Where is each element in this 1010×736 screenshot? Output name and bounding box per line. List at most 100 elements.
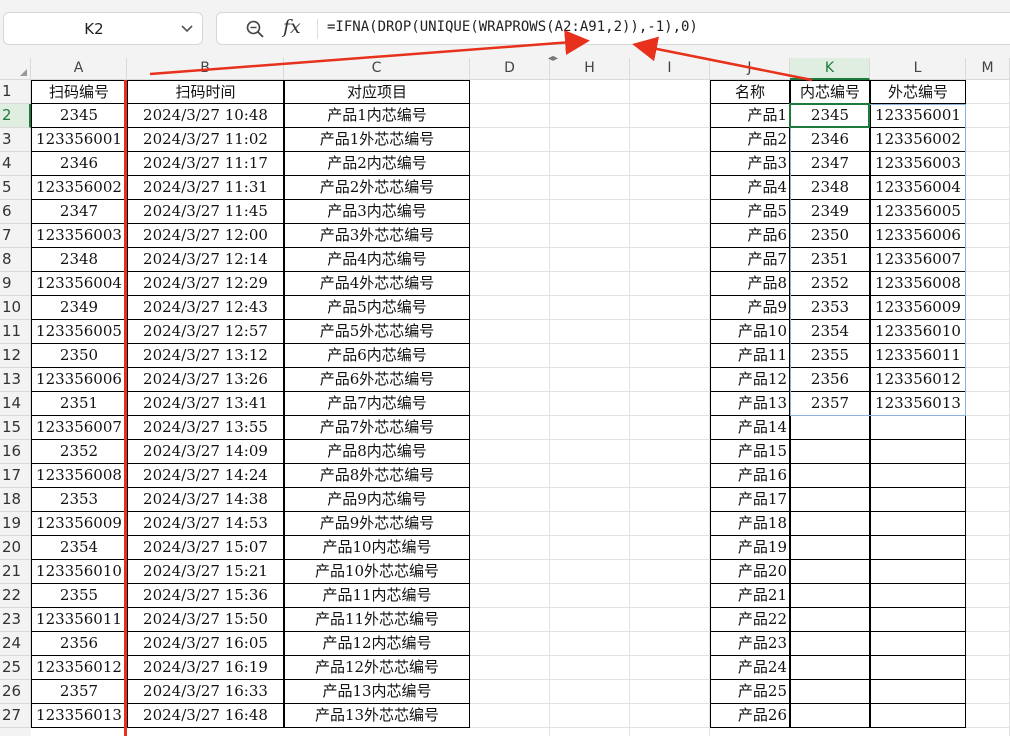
left-table-cell[interactable]: 产品2外芯芯编号 [284, 176, 470, 200]
cell-h-empty[interactable] [550, 560, 630, 584]
cell-d-empty[interactable] [470, 584, 550, 608]
row-header-23[interactable]: 23 [0, 608, 31, 632]
cell-h-empty[interactable] [550, 104, 630, 128]
cell-d-empty[interactable] [470, 320, 550, 344]
right-table-header[interactable]: 外芯编号 [870, 80, 966, 104]
cell-m-empty[interactable] [966, 416, 1010, 440]
right-table-name-cell[interactable]: 产品5 [710, 200, 790, 224]
right-table-name-cell[interactable]: 产品6 [710, 224, 790, 248]
right-table-cell[interactable]: 123356011 [870, 344, 966, 368]
left-table-cell[interactable]: 2024/3/27 11:45 [127, 200, 284, 224]
left-table-cell[interactable]: 123356012 [31, 656, 127, 680]
row-header-27[interactable]: 27 [0, 704, 31, 728]
column-splitter-icon[interactable]: ◂▸ [544, 54, 562, 64]
left-table-cell[interactable]: 产品6外芯芯编号 [284, 368, 470, 392]
right-table-name-cell[interactable]: 产品14 [710, 416, 790, 440]
right-table-cell[interactable] [790, 560, 870, 584]
right-table-cell[interactable] [790, 704, 870, 728]
left-table-cell[interactable]: 2024/3/27 14:53 [127, 512, 284, 536]
left-table-cell[interactable]: 2024/3/27 16:48 [127, 704, 284, 728]
cell-h-empty[interactable] [550, 608, 630, 632]
row-header-17[interactable]: 17 [0, 464, 31, 488]
right-table-name-cell[interactable]: 产品3 [710, 152, 790, 176]
right-table-name-cell[interactable]: 产品18 [710, 512, 790, 536]
right-table-cell[interactable] [790, 656, 870, 680]
cell-h-empty[interactable] [550, 440, 630, 464]
cell-d-empty[interactable] [470, 152, 550, 176]
right-table-cell[interactable]: 123356001 [870, 104, 966, 128]
right-table-cell[interactable] [870, 560, 966, 584]
left-table-cell[interactable]: 产品9内芯编号 [284, 488, 470, 512]
right-table-cell[interactable]: 2347 [790, 152, 870, 176]
formula-text[interactable]: =IFNA(DROP(UNIQUE(WRAPROWS(A2:A91,2)),-1… [327, 19, 698, 35]
left-table-cell[interactable]: 产品9外芯芯编号 [284, 512, 470, 536]
right-table-name-cell[interactable]: 产品9 [710, 296, 790, 320]
left-table-cell[interactable]: 2024/3/27 10:48 [127, 104, 284, 128]
row-header-18[interactable]: 18 [0, 488, 31, 512]
cell-d-empty[interactable] [470, 392, 550, 416]
left-table-cell[interactable]: 2024/3/27 15:21 [127, 560, 284, 584]
cell-m-empty[interactable] [966, 104, 1010, 128]
left-table-cell[interactable]: 123356008 [31, 464, 127, 488]
cell-h-empty[interactable] [550, 272, 630, 296]
cell-i-empty[interactable] [630, 224, 710, 248]
left-table-cell[interactable]: 2346 [31, 152, 127, 176]
right-table-cell[interactable] [870, 512, 966, 536]
cell-i-empty[interactable] [630, 416, 710, 440]
cell-i-empty[interactable] [630, 200, 710, 224]
row-header-21[interactable]: 21 [0, 560, 31, 584]
right-table-name-cell[interactable]: 产品23 [710, 632, 790, 656]
cell-m-empty[interactable] [966, 344, 1010, 368]
right-table-name-cell[interactable]: 产品7 [710, 248, 790, 272]
right-table-cell[interactable] [870, 608, 966, 632]
name-box[interactable]: K2 [3, 12, 203, 45]
row-header-2[interactable]: 2 [0, 104, 31, 128]
cell-i-empty[interactable] [630, 128, 710, 152]
cell-m-empty[interactable] [966, 728, 1010, 736]
row-header-16[interactable]: 16 [0, 440, 31, 464]
right-table-cell[interactable]: 123356005 [870, 200, 966, 224]
left-table-cell[interactable]: 2024/3/27 12:29 [127, 272, 284, 296]
cell-h-empty[interactable] [550, 200, 630, 224]
cell-m-empty[interactable] [966, 368, 1010, 392]
left-table-cell[interactable]: 123356010 [31, 560, 127, 584]
cell-h-empty[interactable] [550, 584, 630, 608]
right-table-cell[interactable] [870, 584, 966, 608]
right-table-cell[interactable]: 123356002 [870, 128, 966, 152]
left-table-cell[interactable]: 2356 [31, 632, 127, 656]
left-table-cell[interactable]: 2357 [31, 680, 127, 704]
cell-i-empty[interactable] [630, 680, 710, 704]
right-table-name-cell[interactable]: 产品17 [710, 488, 790, 512]
right-table-cell[interactable]: 2346 [790, 128, 870, 152]
cell-d-empty[interactable] [470, 632, 550, 656]
left-table-header[interactable]: 扫码时间 [127, 80, 284, 104]
right-table-cell[interactable] [790, 512, 870, 536]
right-table-cell[interactable]: 123356010 [870, 320, 966, 344]
row-header-12[interactable]: 12 [0, 344, 31, 368]
left-table-cell[interactable]: 2350 [31, 344, 127, 368]
cell-i-empty[interactable] [630, 272, 710, 296]
cell-d-empty[interactable] [470, 248, 550, 272]
cell-d-empty[interactable] [470, 656, 550, 680]
cell-m-empty[interactable] [966, 488, 1010, 512]
right-table-cell[interactable] [790, 464, 870, 488]
right-table-cell[interactable]: 123356006 [870, 224, 966, 248]
right-table-cell[interactable]: 2352 [790, 272, 870, 296]
cell-i-empty[interactable] [630, 632, 710, 656]
cell-d-empty[interactable] [470, 272, 550, 296]
left-table-cell[interactable]: 2353 [31, 488, 127, 512]
cell-i-empty[interactable] [630, 512, 710, 536]
cell-m-empty[interactable] [966, 512, 1010, 536]
row-header-26[interactable]: 26 [0, 680, 31, 704]
cell-d-empty[interactable] [470, 560, 550, 584]
cell-m-empty[interactable] [966, 152, 1010, 176]
right-table-cell[interactable]: 2353 [790, 296, 870, 320]
left-table-cell[interactable]: 产品11外芯芯编号 [284, 608, 470, 632]
row-header-6[interactable]: 6 [0, 200, 31, 224]
right-table-name-cell[interactable]: 产品19 [710, 536, 790, 560]
right-table-name-cell[interactable]: 产品13 [710, 392, 790, 416]
right-table-cell[interactable] [870, 632, 966, 656]
column-header-l[interactable]: L [870, 58, 966, 80]
cell-i-empty[interactable] [630, 152, 710, 176]
right-table-cell[interactable] [790, 608, 870, 632]
